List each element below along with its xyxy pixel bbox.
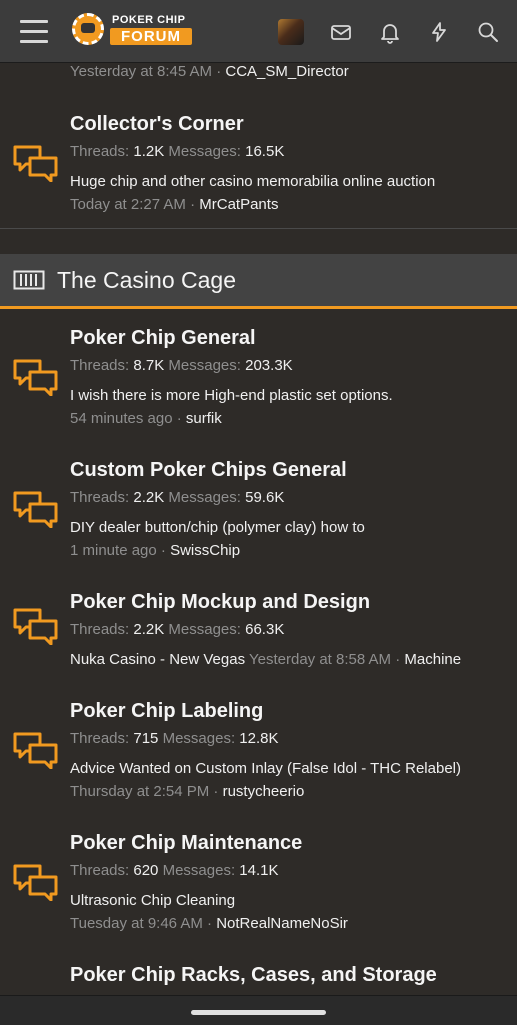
last-post-user[interactable]: rustycheerio [223,783,305,800]
forum-node-title[interactable]: Custom Poker Chips General [70,459,347,482]
forum-node-title[interactable]: Poker Chip General [70,327,256,350]
forum-node-stats: Threads: 620 Messages: 14.1K [70,862,279,879]
forum-node-title[interactable]: Poker Chip Mockup and Design [70,591,370,614]
category-separator [0,228,517,255]
forum-logo[interactable]: POKER CHIP FORUM [72,11,194,49]
last-post-time[interactable]: Yesterday at 8:45 AM [70,63,212,80]
bell-icon[interactable] [378,20,402,44]
search-icon[interactable] [476,20,500,44]
last-post-meta: 1 minute ago · SwissChip [70,542,241,559]
logo-text-bottom: FORUM [110,28,192,45]
last-post-user[interactable]: surfik [186,410,222,427]
last-post-title[interactable]: Huge chip and other casino memorabilia o… [70,173,435,190]
hamburger-icon[interactable] [20,20,48,44]
last-post-title[interactable]: I wish there is more High-end plastic se… [70,387,393,404]
home-indicator[interactable] [191,1010,326,1015]
last-post-title[interactable]: Nuka Casino - New Vegas [70,651,245,668]
last-post-user[interactable]: MrCatPants [199,196,278,213]
forum-node-stats: Threads: 1.2K Messages: 16.5K [70,143,285,160]
category-header[interactable]: The Casino Cage [0,254,517,309]
avatar[interactable] [278,19,304,45]
speech-bubbles-icon [12,490,60,529]
forum-node-title[interactable]: Poker Chip Racks, Cases, and Storage [70,964,437,987]
top-bar: POKER CHIP FORUM [0,0,517,63]
last-post-user[interactable]: CCA_SM_Director [225,63,348,80]
prev-node-meta: Yesterday at 8:45 AM · CCA_SM_Director [70,63,349,80]
last-post-user[interactable]: NotRealNameNoSir [216,915,348,932]
last-post-meta: Tuesday at 9:46 AM · NotRealNameNoSir [70,915,348,932]
last-post-title[interactable]: Ultrasonic Chip Cleaning [70,892,235,909]
speech-bubbles-icon [12,607,60,646]
last-post-time[interactable]: Tuesday at 9:46 AM [70,915,203,932]
forum-node-title[interactable]: Poker Chip Labeling [70,700,263,723]
speech-bubbles-icon [12,731,60,770]
rack-icon [13,270,45,290]
forum-node-title[interactable]: Poker Chip Maintenance [70,832,302,855]
last-post-time[interactable]: Today at 2:27 AM [70,196,186,213]
envelope-icon[interactable] [329,20,353,44]
forum-node-stats: Threads: 715 Messages: 12.8K [70,730,279,747]
last-post-meta: Today at 2:27 AM · MrCatPants [70,196,279,213]
forum-node-stats: Threads: 2.2K Messages: 66.3K [70,621,285,638]
bolt-icon[interactable] [427,20,451,44]
forum-node-stats: Threads: 8.7K Messages: 203.3K [70,357,293,374]
forum-node-stats: Threads: 2.2K Messages: 59.6K [70,489,285,506]
last-post-time[interactable]: Yesterday at 8:58 AM [249,651,391,668]
last-post-time[interactable]: Thursday at 2:54 PM [70,783,209,800]
speech-bubbles-icon [12,863,60,902]
last-post-line: Nuka Casino - New Vegas Yesterday at 8:5… [70,651,462,668]
last-post-meta: Thursday at 2:54 PM · rustycheerio [70,783,305,800]
last-post-time[interactable]: 54 minutes ago [70,410,173,427]
last-post-title[interactable]: DIY dealer button/chip (polymer clay) ho… [70,519,365,536]
speech-bubbles-icon [12,144,60,183]
last-post-meta: 54 minutes ago · surfik [70,410,222,427]
speech-bubbles-icon [12,358,60,397]
last-post-user[interactable]: SwissChip [170,542,240,559]
last-post-title[interactable]: Advice Wanted on Custom Inlay (False Ido… [70,760,461,777]
logo-text-top: POKER CHIP [112,14,186,26]
forum-node-title[interactable]: Collector's Corner [70,113,244,136]
category-title: The Casino Cage [57,267,236,293]
last-post-user[interactable]: Machine [404,651,461,668]
last-post-time[interactable]: 1 minute ago [70,542,157,559]
poker-chip-logo-icon [72,13,104,45]
